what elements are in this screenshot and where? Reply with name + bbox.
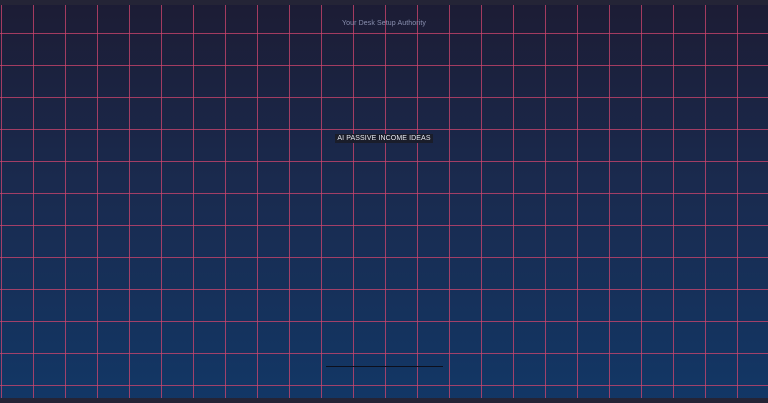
divider-line <box>326 366 443 367</box>
grid-lines <box>0 0 768 403</box>
site-tagline: Your Desk Setup Authority <box>342 20 426 27</box>
page-headline[interactable]: AI PASSIVE INCOME IDEAS <box>335 134 433 143</box>
bottom-frame-bar <box>0 398 768 403</box>
top-frame-bar <box>0 0 768 5</box>
background-grid <box>0 0 768 403</box>
headline-container: AI PASSIVE INCOME IDEAS <box>0 127 768 145</box>
